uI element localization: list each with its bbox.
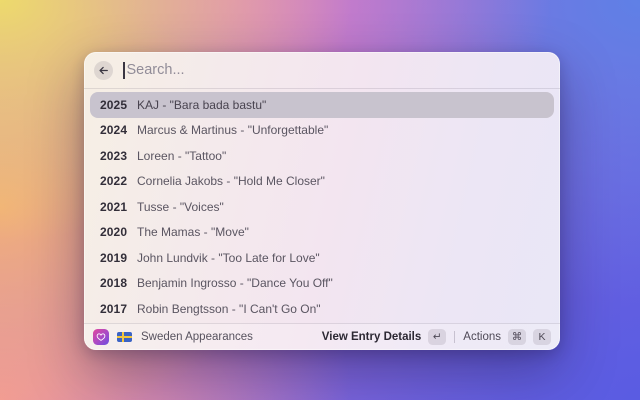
entry-title: The Mamas - "Move"	[137, 225, 249, 240]
list-item[interactable]: 2019 John Lundvik - "Too Late for Love"	[90, 245, 554, 271]
entry-title: Marcus & Martinus - "Unforgettable"	[137, 123, 329, 138]
list-item[interactable]: 2018 Benjamin Ingrosso - "Dance You Off"	[90, 271, 554, 297]
entry-title: Robin Bengtsson - "I Can't Go On"	[137, 301, 321, 316]
arrow-left-icon	[98, 65, 109, 76]
entry-year: 2022	[100, 174, 128, 189]
entry-title: Tusse - "Voices"	[137, 199, 224, 214]
command-key-icon: ⌘	[508, 329, 526, 345]
entry-year: 2019	[100, 250, 128, 265]
list-item[interactable]: 2023 Loreen - "Tattoo"	[90, 143, 554, 169]
entry-title: Benjamin Ingrosso - "Dance You Off"	[137, 276, 333, 291]
actions-button[interactable]: Actions	[463, 331, 501, 343]
list-item[interactable]: 2022 Cornelia Jakobs - "Hold Me Closer"	[90, 169, 554, 195]
entry-year: 2018	[100, 276, 128, 291]
sweden-flag-icon	[117, 332, 132, 342]
command-name: Sweden Appearances	[141, 331, 253, 343]
view-entry-details-button[interactable]: View Entry Details	[322, 331, 422, 343]
status-bar: Sweden Appearances View Entry Details ↵ …	[84, 323, 560, 350]
results-list: 2025 KAJ - "Bara bada bastu" 2024 Marcus…	[84, 89, 560, 323]
entry-title: Loreen - "Tattoo"	[137, 148, 227, 163]
return-key-icon: ↵	[428, 329, 447, 345]
list-item[interactable]: 2017 Robin Bengtsson - "I Can't Go On"	[90, 296, 554, 322]
entry-title: John Lundvik - "Too Late for Love"	[137, 250, 320, 265]
k-key-icon: K	[533, 329, 551, 345]
entry-year: 2025	[100, 97, 128, 112]
list-item[interactable]: 2021 Tusse - "Voices"	[90, 194, 554, 220]
entry-year: 2017	[100, 301, 128, 316]
entry-title: Cornelia Jakobs - "Hold Me Closer"	[137, 174, 325, 189]
launcher-window: 2025 KAJ - "Bara bada bastu" 2024 Marcus…	[84, 52, 560, 350]
entry-year: 2021	[100, 199, 128, 214]
entry-year: 2020	[100, 225, 128, 240]
heart-icon	[93, 329, 109, 345]
footer-divider	[454, 331, 456, 343]
list-item[interactable]: 2020 The Mamas - "Move"	[90, 220, 554, 246]
entry-year: 2024	[100, 123, 128, 138]
list-item[interactable]: 2025 KAJ - "Bara bada bastu"	[90, 92, 554, 118]
entry-year: 2023	[100, 148, 128, 163]
list-item[interactable]: 2024 Marcus & Martinus - "Unforgettable"	[90, 118, 554, 144]
entry-title: KAJ - "Bara bada bastu"	[137, 97, 267, 112]
search-bar	[84, 52, 560, 88]
back-button[interactable]	[94, 60, 113, 80]
footer-actions: View Entry Details ↵ Actions ⌘ K	[322, 329, 551, 345]
search-input[interactable]	[124, 58, 550, 82]
desktop-wallpaper: 2025 KAJ - "Bara bada bastu" 2024 Marcus…	[0, 0, 640, 400]
